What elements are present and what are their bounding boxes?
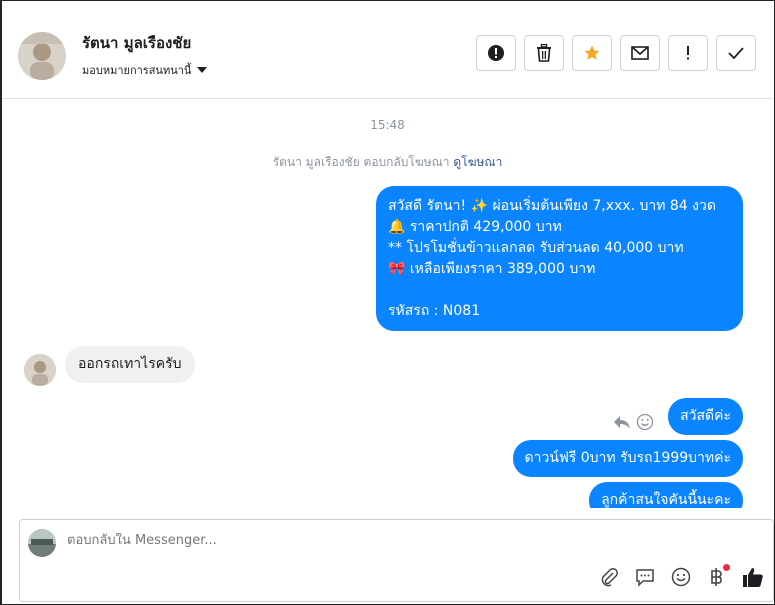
delete-button[interactable]: [524, 35, 564, 71]
like-icon: [743, 568, 763, 587]
emoji-icon: [671, 567, 691, 587]
avatar[interactable]: [18, 32, 66, 80]
outgoing-message[interactable]: ดาวน์ฟรี 0บาท รับรถ1999บาทค่ะ: [512, 440, 743, 477]
like-button[interactable]: [742, 566, 764, 588]
promo-line: รหัสรถ : N081: [388, 303, 481, 319]
attach-button[interactable]: [598, 566, 620, 588]
header-actions: [476, 35, 756, 71]
mark-unread-button[interactable]: [620, 35, 660, 71]
composer-tools: [598, 564, 764, 588]
message-timestamp: 15:48: [370, 118, 405, 132]
assign-conversation-dropdown[interactable]: มอบหมายการสนทนานี้: [82, 61, 208, 79]
chevron-down-icon: [197, 67, 208, 73]
notification-badge: [723, 564, 730, 571]
trash-icon: [537, 44, 551, 62]
ad-reply-text: รัตนา มูลเรืองชัย ตอบกลับโฆษณา: [272, 155, 450, 169]
mail-icon: [631, 46, 649, 60]
outgoing-message[interactable]: ลูกค้าสนใจคันนี้นะคะ: [589, 482, 743, 508]
follow-up-button[interactable]: [668, 35, 708, 71]
promo-blank-line: [388, 280, 731, 301]
emoji-reaction-icon[interactable]: [636, 413, 654, 431]
reply-icon[interactable]: [612, 413, 632, 431]
saved-replies-icon: [636, 569, 654, 587]
attach-icon: [601, 568, 618, 587]
ad-reply-note: รัตนา มูลเรืองชัย ตอบกลับโฆษณา ดูโฆษณา: [2, 153, 773, 172]
exclamation-icon: [687, 46, 689, 60]
mark-done-button[interactable]: [716, 35, 756, 71]
mark-spam-button[interactable]: [476, 35, 516, 71]
promo-line: 🎀 เหลือเพียงราคา 389,000 บาท: [388, 261, 596, 277]
page-avatar: [28, 529, 56, 557]
conversation-header: รัตนา มูลเรืองชัย มอบหมายการสนทนานี้: [2, 1, 773, 99]
assign-label: มอบหมายการสนทนานี้: [82, 64, 192, 77]
promo-line: 🔔 ราคาปกติ 429,000 บาท: [388, 219, 562, 235]
reply-composer: [19, 519, 774, 602]
saved-replies-button[interactable]: [634, 566, 656, 588]
baht-icon: [711, 568, 722, 586]
promo-line: สวัสดี รัตนา! ✨ ผ่อนเริ่มต้นเพียง 7,xxx.…: [388, 198, 716, 214]
check-icon: [728, 47, 744, 60]
sender-avatar[interactable]: [24, 354, 56, 386]
contact-name[interactable]: รัตนา มูลเรืองชัย: [82, 31, 191, 55]
reply-input[interactable]: [67, 533, 667, 548]
message-tools: [612, 413, 654, 431]
star-icon: [584, 45, 600, 60]
promo-message-bubble[interactable]: สวัสดี รัตนา! ✨ ผ่อนเริ่มต้นเพียง 7,xxx.…: [376, 186, 743, 331]
view-ad-link[interactable]: ดูโฆษณา: [453, 155, 502, 169]
incoming-message[interactable]: ออกรถเทาไรครับ: [65, 346, 195, 383]
emoji-button[interactable]: [670, 566, 692, 588]
outgoing-message[interactable]: สวัสดีค่ะ: [668, 398, 743, 435]
promo-line: ** โปรโมชั่นข้าวแลกลด รับส่วนลด 40,000 บ…: [388, 240, 684, 256]
spam-icon: [488, 45, 504, 61]
star-button[interactable]: [572, 35, 612, 71]
message-thread[interactable]: 15:48 รัตนา มูลเรืองชัย ตอบกลับโฆษณา ดูโ…: [2, 100, 773, 508]
payment-button[interactable]: [706, 564, 730, 588]
